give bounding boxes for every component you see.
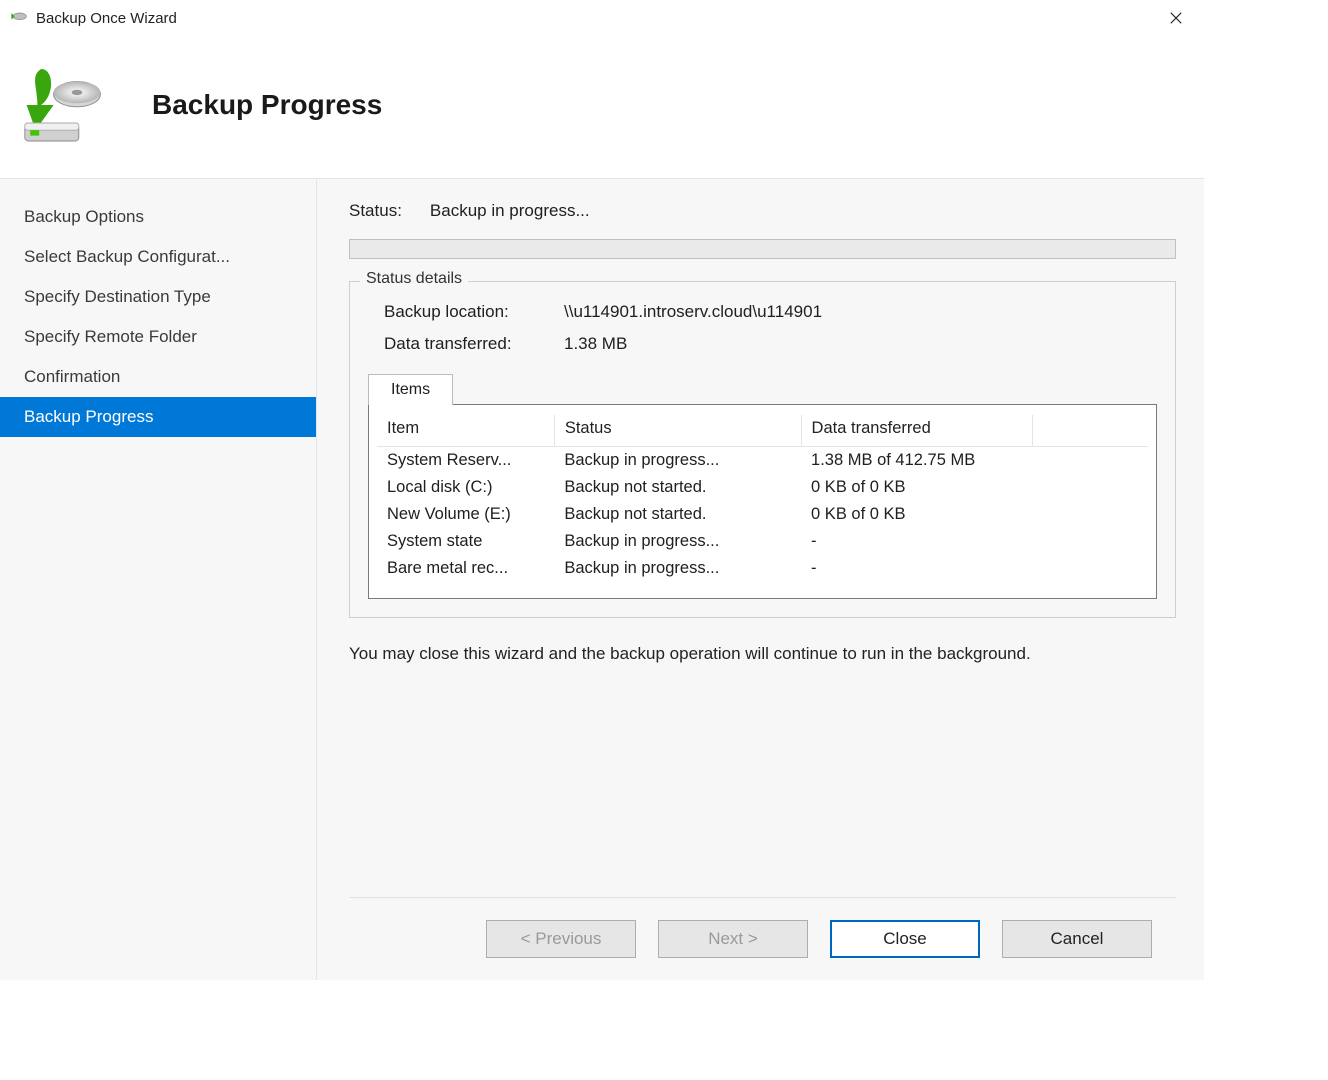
- col-header-empty: [1032, 415, 1148, 447]
- tab-items[interactable]: Items: [368, 374, 453, 405]
- col-header-item[interactable]: Item: [377, 415, 554, 447]
- sidebar-item-confirmation[interactable]: Confirmation: [0, 357, 316, 397]
- progress-bar: [349, 239, 1176, 259]
- sidebar-item-select-config[interactable]: Select Backup Configurat...: [0, 237, 316, 277]
- status-details-fieldset: Status details Backup location: \\u11490…: [349, 281, 1176, 618]
- data-transferred-label: Data transferred:: [384, 334, 564, 354]
- table-row[interactable]: Bare metal rec... Backup in progress... …: [377, 555, 1148, 582]
- status-value: Backup in progress...: [430, 201, 590, 221]
- cell-data: 1.38 MB of 412.75 MB: [801, 447, 1032, 475]
- status-row: Status: Backup in progress...: [349, 201, 1176, 221]
- cell-data: -: [801, 528, 1032, 555]
- cell-status: Backup in progress...: [554, 555, 801, 582]
- cell-status: Backup in progress...: [554, 447, 801, 475]
- items-table: Item Status Data transferred System Rese…: [377, 415, 1148, 582]
- table-row[interactable]: System state Backup in progress... -: [377, 528, 1148, 555]
- cell-item: New Volume (E:): [377, 501, 554, 528]
- backup-app-icon: [8, 8, 28, 28]
- status-label: Status:: [349, 201, 402, 221]
- sidebar-item-remote-folder[interactable]: Specify Remote Folder: [0, 317, 316, 357]
- table-row[interactable]: Local disk (C:) Backup not started. 0 KB…: [377, 474, 1148, 501]
- status-details-legend: Status details: [360, 270, 468, 288]
- window-close-button[interactable]: [1156, 0, 1196, 36]
- data-transferred-value: 1.38 MB: [564, 334, 1141, 354]
- wizard-footer: < Previous Next > Close Cancel: [349, 897, 1176, 980]
- close-button[interactable]: Close: [830, 920, 980, 958]
- table-row[interactable]: New Volume (E:) Backup not started. 0 KB…: [377, 501, 1148, 528]
- cell-status: Backup in progress...: [554, 528, 801, 555]
- cell-item: System Reserv...: [377, 447, 554, 475]
- cell-data: 0 KB of 0 KB: [801, 501, 1032, 528]
- cell-item: Local disk (C:): [377, 474, 554, 501]
- backup-location-value: \\u114901.introserv.cloud\u114901: [564, 302, 1141, 322]
- titlebar: Backup Once Wizard: [0, 0, 1204, 36]
- col-header-data[interactable]: Data transferred: [801, 415, 1032, 447]
- close-icon: [1169, 11, 1183, 25]
- previous-button: < Previous: [486, 920, 636, 958]
- next-button: Next >: [658, 920, 808, 958]
- cell-data: -: [801, 555, 1032, 582]
- table-row[interactable]: System Reserv... Backup in progress... 1…: [377, 447, 1148, 475]
- backup-header-icon: [14, 60, 104, 150]
- sidebar-item-backup-options[interactable]: Backup Options: [0, 197, 316, 237]
- main-panel: Status: Backup in progress... Status det…: [316, 179, 1204, 980]
- data-transferred-row: Data transferred: 1.38 MB: [368, 328, 1157, 360]
- items-table-wrap: Item Status Data transferred System Rese…: [368, 404, 1157, 599]
- cancel-button[interactable]: Cancel: [1002, 920, 1152, 958]
- wizard-steps-sidebar: Backup Options Select Backup Configurat.…: [0, 179, 316, 980]
- cell-data: 0 KB of 0 KB: [801, 474, 1032, 501]
- wizard-header: Backup Progress: [0, 36, 1204, 178]
- backup-location-label: Backup location:: [384, 302, 564, 322]
- background-note: You may close this wizard and the backup…: [349, 642, 1109, 667]
- cell-status: Backup not started.: [554, 474, 801, 501]
- sidebar-item-backup-progress[interactable]: Backup Progress: [0, 397, 316, 437]
- col-header-status[interactable]: Status: [554, 415, 801, 447]
- page-title: Backup Progress: [152, 89, 382, 121]
- titlebar-title: Backup Once Wizard: [36, 10, 1156, 27]
- cell-item: Bare metal rec...: [377, 555, 554, 582]
- items-tabset: Items Item Status Data transferred: [368, 374, 1157, 599]
- cell-item: System state: [377, 528, 554, 555]
- cell-status: Backup not started.: [554, 501, 801, 528]
- backup-wizard-window: Backup Once Wizard Backup Progr: [0, 0, 1204, 980]
- sidebar-item-destination-type[interactable]: Specify Destination Type: [0, 277, 316, 317]
- wizard-body: Backup Options Select Backup Configurat.…: [0, 178, 1204, 980]
- backup-location-row: Backup location: \\u114901.introserv.clo…: [368, 296, 1157, 328]
